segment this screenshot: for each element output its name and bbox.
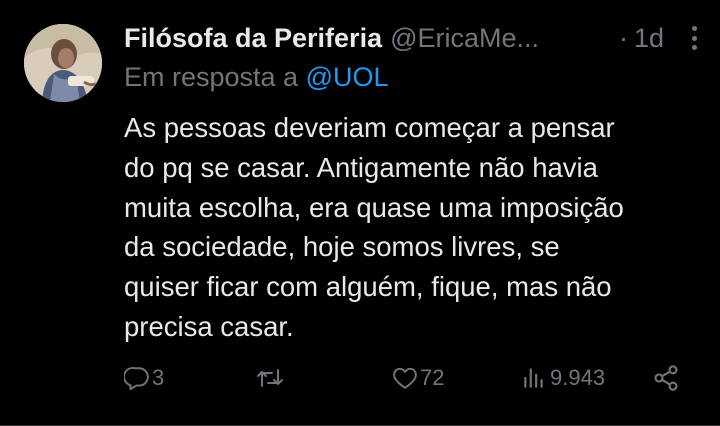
header-separator: ·: [618, 22, 628, 53]
author-handle[interactable]: @EricaMe...: [390, 23, 539, 54]
tweet-text-line: precisa casar.: [124, 310, 294, 342]
avatar[interactable]: [24, 24, 102, 102]
retweet-icon: [257, 369, 283, 387]
like-button[interactable]: 72: [392, 360, 444, 396]
more-options-icon[interactable]: [688, 24, 700, 52]
reply-icon: [124, 367, 149, 391]
tweet-actions: 3 72 9.943: [124, 360, 694, 396]
views-icon: [524, 368, 543, 388]
tweet-text-line: do pq se casar. Antigamente não havia: [124, 151, 598, 183]
views-button[interactable]: 9.943: [520, 360, 605, 396]
tweet-text-line: muita escolha, era quase uma imposição: [124, 191, 624, 223]
tweet-card[interactable]: Filósofa da Periferia @EricaMe... · 1d E…: [0, 0, 720, 426]
share-icon: [654, 365, 678, 391]
reply-mention-link[interactable]: @UOL: [306, 62, 389, 92]
reply-count: 3: [152, 365, 165, 390]
tweet-text-line: quiser ficar com alguém, fique, mas não: [124, 271, 612, 303]
reply-context-prefix: Em resposta a: [124, 62, 299, 92]
share-button[interactable]: [652, 360, 680, 396]
author-display-name[interactable]: Filósofa da Periferia: [124, 23, 382, 54]
tweet-header: Filósofa da Periferia @EricaMe... · 1d: [124, 18, 700, 58]
views-count: 9.943: [550, 365, 606, 390]
reply-context: Em resposta a @UOL: [124, 62, 389, 93]
tweet-text-line: As pessoas deveriam começar a pensar: [124, 112, 615, 143]
avatar-image: [24, 24, 102, 102]
retweet-button[interactable]: [256, 360, 286, 396]
like-count: 72: [420, 365, 445, 390]
tweet-timestamp[interactable]: 1d: [634, 23, 664, 54]
heart-icon: [393, 367, 417, 389]
tweet-text-line: da sociedade, hoje somos livres, se: [124, 231, 560, 263]
tweet-text: As pessoas deveriam começar a pensar do …: [124, 108, 704, 347]
reply-button[interactable]: 3: [124, 360, 164, 396]
